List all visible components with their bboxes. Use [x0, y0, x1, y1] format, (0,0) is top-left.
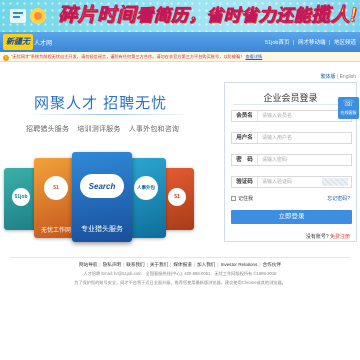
footer-link-privacy[interactable]: 隐私声明 — [103, 262, 121, 267]
remember-checkbox[interactable] — [231, 196, 236, 201]
captcha-image[interactable] — [322, 178, 348, 186]
carousel-card-3[interactable]: Search 专业猎头服务 — [72, 152, 132, 242]
forgot-password-link[interactable]: 忘记密码? — [327, 195, 350, 202]
banner-slogan-part3: 揽人! — [311, 5, 357, 27]
chat-icon: ☏ — [342, 98, 355, 108]
service-training: 培训测评服务 — [77, 126, 121, 133]
hero-title: 网聚人才 招聘无忧 — [34, 95, 168, 112]
service-outsourcing: 人事外包和咨询 — [128, 126, 180, 133]
footer-link-sitemap[interactable]: 网站导航 — [79, 262, 97, 267]
captcha-field: 验证码 — [231, 176, 352, 188]
footer-link-media[interactable]: 媒体报道 — [173, 262, 191, 267]
site-header: 新疆无忧 人才网 51job首页 | 网才移动端 | 地区频道 — [0, 32, 360, 62]
footer-contact-info: 人才招聘 Email: hr@51job.com 全国客服热线(中心): 400… — [83, 271, 277, 276]
member-name-input[interactable] — [262, 112, 348, 120]
site-logo[interactable]: 新疆无忧 人才网 — [3, 34, 63, 62]
language-switcher: 繁体版 | English — [320, 74, 356, 80]
warning-icon: ! — [3, 55, 9, 61]
card-4-emblem: 人事外包 — [134, 176, 158, 200]
remember-label: 记住我 — [238, 196, 254, 202]
footer-link-contact[interactable]: 联系我们 — [126, 262, 144, 267]
logo-subtitle: 人才网 — [34, 41, 53, 47]
notice-more-link[interactable]: 查看详情 — [245, 54, 262, 59]
username-label: 用户名 — [232, 133, 258, 143]
register-prompt: 没有账号? 免费注册 — [306, 233, 350, 240]
logo-mark: 新疆无忧 — [3, 34, 33, 62]
footer-divider — [10, 257, 350, 258]
card-2-emblem: 51 — [44, 176, 68, 200]
header-link-home[interactable]: 51job首页 — [265, 40, 289, 46]
captcha-label: 验证码 — [232, 177, 258, 187]
register-prefix: 没有账号? — [305, 234, 329, 240]
carousel-card-1[interactable]: 51job — [4, 168, 38, 230]
login-title-divider — [233, 104, 348, 105]
notice-bar: ! "无忧网才"系统为前程无忧自主开发，请勿轻信谣言，谨防有任何第三方合作。请勿在… — [0, 52, 360, 62]
password-input[interactable] — [262, 156, 348, 164]
footer-browser-notice: 为了保护您的账号安全，网才平台将于近日全面升级。推荐您使用最新版浏览器，建议使用… — [74, 280, 286, 285]
card-3-caption: 专业猎头服务 — [81, 226, 123, 233]
member-name-label: 会员名 — [232, 111, 258, 121]
service-headhunting: 招聘猎头服务 — [26, 126, 70, 133]
card-5-emblem: 51 — [168, 188, 186, 206]
card-1-emblem: 51job — [12, 188, 30, 206]
footer-link-investor[interactable]: Investor Relations — [221, 262, 258, 267]
hero-services: 招聘猎头服务 培训测评服务 人事外包和咨询 — [26, 124, 185, 134]
login-title: 企业会员登录 — [263, 93, 318, 103]
banner-illustration-icon — [10, 8, 46, 24]
notice-text: "无忧网才"系统为前程无忧自主开发，请勿轻信谣言，谨防有任何第三方合作。请勿在非… — [11, 54, 245, 59]
footer-link-about[interactable]: 关于我们 — [150, 262, 168, 267]
remember-me[interactable]: 记住我 — [231, 195, 253, 202]
register-link[interactable]: 免费注册 — [330, 234, 350, 240]
header-link-mobile[interactable]: 网才移动端 — [298, 40, 326, 46]
banner-slogan-part1: 碎片时间 — [58, 5, 137, 27]
carousel-card-4[interactable]: 人事外包 — [126, 158, 166, 238]
online-service-label: 在线客服 — [340, 110, 357, 115]
footer-links: 网站导航 | 隐私声明 | 联系我们 | 关于我们 | 媒体报道 | 加入我们 | Investor R… — [79, 262, 281, 267]
member-name-field: 会员名 — [231, 110, 352, 122]
password-field: 密 码 — [231, 154, 352, 166]
header-links: 51job首页 | 网才移动端 | 地区频道 — [265, 40, 356, 46]
footer-link-join[interactable]: 加入我们 — [197, 262, 215, 267]
header-link-region[interactable]: 地区频道 — [334, 40, 356, 46]
hero-divider — [26, 114, 191, 115]
top-banner-ad[interactable]: 碎片时间看简历，省时省力还能揽人! — [0, 0, 360, 32]
username-input[interactable] — [262, 134, 348, 142]
online-service-widget[interactable]: ☏ 在线客服 — [338, 97, 359, 119]
card-3-emblem: Search — [80, 174, 124, 198]
banner-slogan: 碎片时间看简历，省时省力还能揽人! — [58, 2, 357, 30]
captcha-input[interactable] — [262, 178, 318, 186]
footer-link-partners[interactable]: 合作伙伴 — [263, 262, 281, 267]
login-button[interactable]: 立即登录 — [231, 210, 352, 224]
banner-slogan-part2: 看简历，省时省力还能 — [136, 6, 312, 26]
password-label: 密 码 — [232, 155, 258, 165]
username-field: 用户名 — [231, 132, 352, 144]
